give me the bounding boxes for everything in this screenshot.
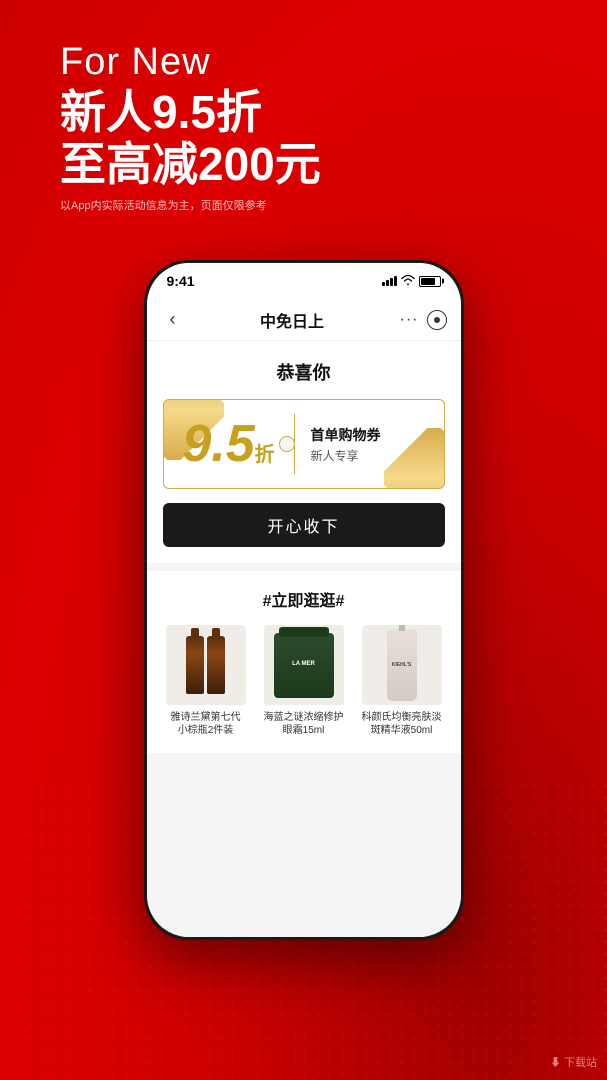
- battery-icon: [419, 276, 441, 287]
- discount-line1: 新人9.5折: [60, 86, 321, 139]
- status-bar: 9:41: [147, 263, 461, 299]
- product-item-1[interactable]: 雅诗兰黛第七代小棕瓶2件装: [161, 625, 251, 737]
- product-name-3: 科颜氏均衡亮肤淡斑精华液50ml: [362, 711, 442, 737]
- scan-dot: [434, 317, 440, 323]
- phone-frame: 9:41 ‹ 中免日上: [144, 260, 464, 940]
- product-row: 雅诗兰黛第七代小棕瓶2件装 LA MER 海蓝之谜浓缩修护眼霜15ml: [161, 625, 447, 737]
- for-new-label: For New: [60, 40, 321, 86]
- product-item-2[interactable]: LA MER 海蓝之谜浓缩修护眼霜15ml: [259, 625, 349, 737]
- discount-unit: 折: [255, 438, 275, 467]
- product-image-1: [166, 625, 246, 705]
- status-icons: [382, 274, 441, 288]
- watermark: ⬇ 下载站: [550, 1054, 597, 1070]
- discount-line2: 至高减200元: [60, 138, 321, 191]
- more-button[interactable]: ···: [400, 311, 419, 329]
- content-area[interactable]: 恭喜你 9.5 折 首单购物券 新人专享: [147, 341, 461, 937]
- jar-label: LA MER: [292, 661, 315, 668]
- browse-title: #立即逛逛#: [161, 587, 447, 611]
- bottle-tall: [186, 636, 204, 694]
- bottle-tall-2: [207, 636, 225, 694]
- discount-number: 9.5: [182, 418, 254, 470]
- coupon-left: 9.5 折: [164, 402, 294, 486]
- nav-title: 中免日上: [260, 308, 324, 332]
- back-button[interactable]: ‹: [161, 309, 185, 330]
- discount-row: 9.5 折: [182, 418, 274, 470]
- signal-icon: [382, 276, 397, 286]
- collect-button[interactable]: 开心收下: [163, 503, 445, 547]
- product-image-2: LA MER: [264, 625, 344, 705]
- header-text-block: For New 新人9.5折 至高减200元 以App内实际活动信息为主，页面仅…: [60, 40, 321, 213]
- product-image-3: KIEHL'S: [362, 625, 442, 705]
- congrats-title: 恭喜你: [163, 359, 445, 385]
- dropper-icon: KIEHL'S: [387, 629, 417, 701]
- nav-bar: ‹ 中免日上 ···: [147, 299, 461, 341]
- subtitle-note: 以App内实际活动信息为主，页面仅限参考: [60, 197, 321, 213]
- congrats-section: 恭喜你 9.5 折 首单购物券 新人专享: [147, 341, 461, 563]
- browse-section: #立即逛逛# 雅诗兰黛第七代小棕瓶2件装: [147, 571, 461, 753]
- watermark-text: ⬇ 下载站: [550, 1057, 597, 1069]
- status-time: 9:41: [167, 273, 195, 289]
- coupon-card: 9.5 折 首单购物券 新人专享: [163, 399, 445, 489]
- nav-actions: ···: [400, 310, 447, 330]
- product-name-2: 海蓝之谜浓缩修护眼霜15ml: [264, 711, 344, 737]
- coupon-ribbon-br: [384, 428, 444, 488]
- phone-inner: 9:41 ‹ 中免日上: [147, 263, 461, 937]
- scan-button[interactable]: [427, 310, 447, 330]
- bottles-icon: [186, 636, 225, 694]
- wifi-icon: [401, 274, 415, 288]
- dropper-label: KIEHL'S: [390, 662, 414, 669]
- product-item-3[interactable]: KIEHL'S 科颜氏均衡亮肤淡斑精华液50ml: [357, 625, 447, 737]
- jar-icon: LA MER: [274, 633, 334, 698]
- product-name-1: 雅诗兰黛第七代小棕瓶2件装: [171, 711, 241, 737]
